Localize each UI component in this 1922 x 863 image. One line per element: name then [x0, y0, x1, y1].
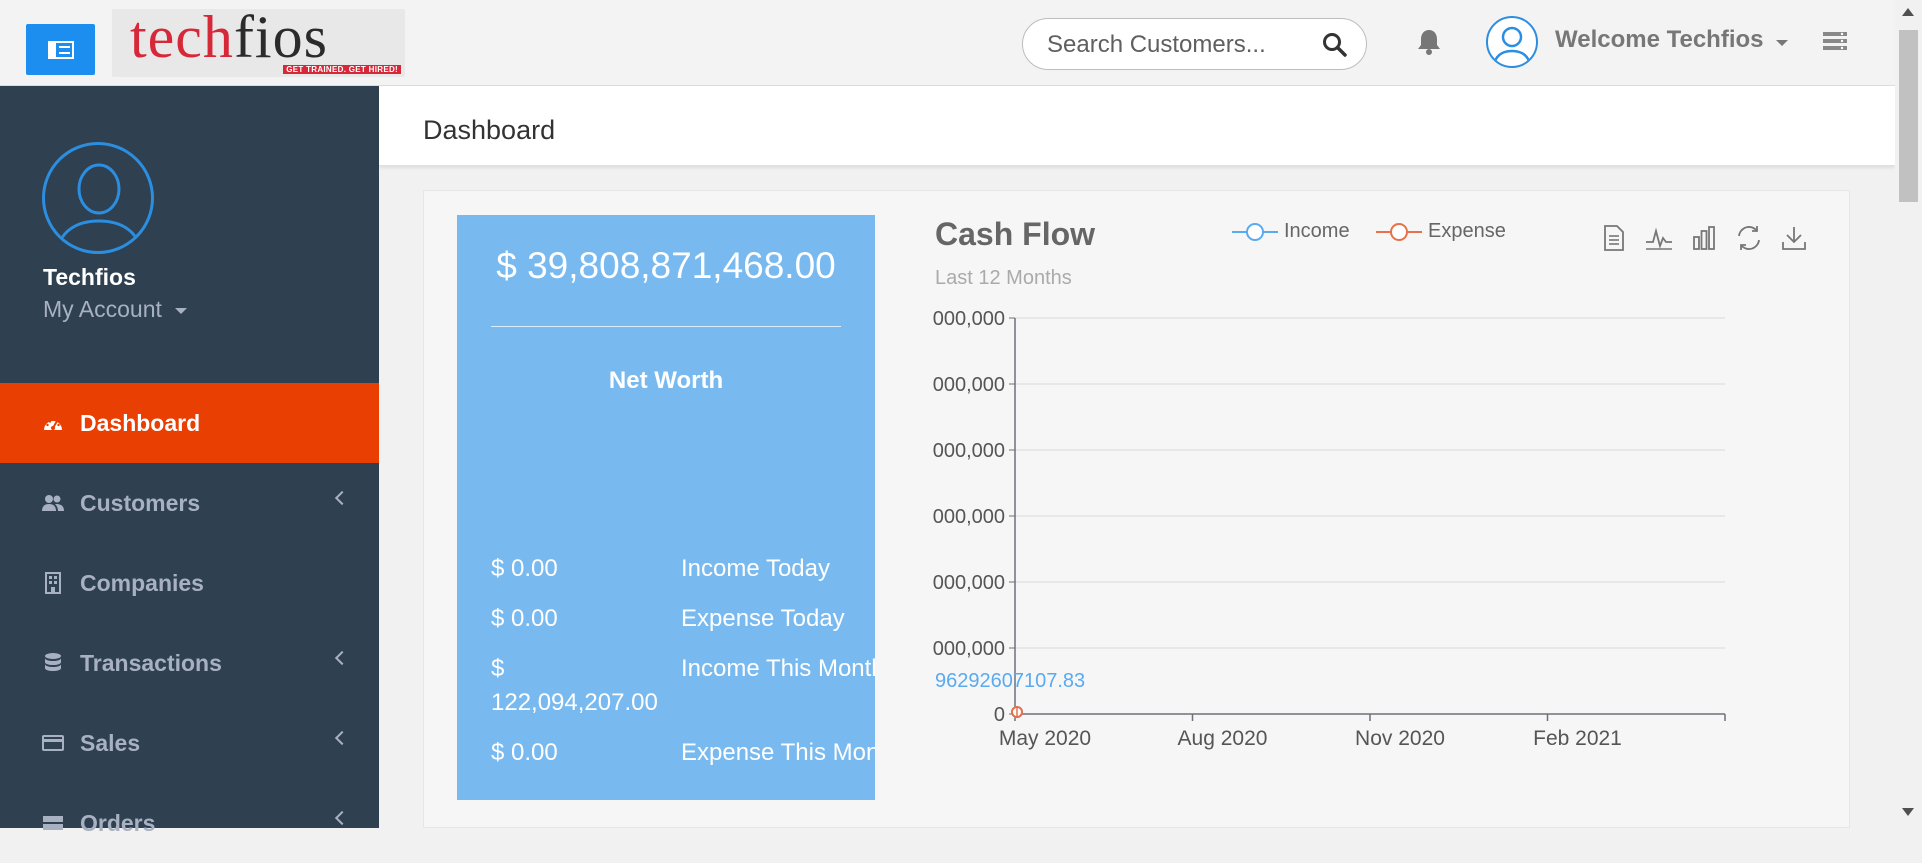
x-tick-label: Feb 2021 — [1533, 727, 1622, 750]
welcome-user-dropdown[interactable]: Welcome Techfios — [1555, 26, 1764, 54]
legend-label: Income — [1284, 220, 1350, 242]
expense-today-label: Expense Today — [681, 605, 845, 632]
income-today-value: $ 0.00 — [491, 555, 558, 582]
bell-icon[interactable] — [1416, 28, 1442, 61]
y-tick-label: 000,000 — [933, 638, 1005, 660]
sidebar-item-label: Dashboard — [80, 409, 201, 436]
credit-card-icon — [42, 732, 64, 754]
x-tick-label: May 2020 — [999, 727, 1091, 750]
y-tick-label: 0 — [994, 704, 1005, 726]
building-icon — [42, 572, 64, 594]
chart-subtitle: Last 12 Months — [935, 267, 1072, 289]
chart-canvas[interactable]: 0 000,000 000,000 000,000 000,000 000,000 000,… — [925, 290, 1745, 750]
chevron-left-icon — [334, 650, 350, 666]
legend-line-icon — [1376, 222, 1422, 241]
y-tick-label: 000,000 — [933, 308, 1005, 330]
legend-label: Expense — [1428, 220, 1506, 242]
user-icon — [56, 163, 142, 251]
chart-title: Cash Flow — [935, 216, 1096, 252]
sidebar-item-label: Sales — [80, 729, 141, 756]
bar-chart-icon[interactable] — [1690, 224, 1718, 252]
divider — [491, 326, 841, 327]
sidebar-item-sales[interactable]: Sales — [0, 703, 379, 783]
page-title: Dashboard — [423, 115, 556, 145]
y-tick-label: 000,000 — [933, 506, 1005, 528]
scroll-up-arrow-icon[interactable] — [1902, 8, 1914, 16]
chevron-left-icon — [334, 810, 350, 826]
database-icon — [42, 652, 64, 674]
y-tick-label: 000,000 — [933, 572, 1005, 594]
my-account-dropdown[interactable]: My Account — [43, 296, 162, 323]
legend-expense[interactable]: Expense — [1376, 220, 1506, 243]
net-worth-card: $ 39,808,871,468.00 Net Worth $ 0.00 Inc… — [457, 215, 875, 800]
net-worth-label: Net Worth — [608, 367, 724, 394]
legend-line-icon — [1232, 222, 1278, 241]
sidebar-item-transactions[interactable]: Transactions — [0, 623, 379, 703]
user-avatar[interactable] — [1486, 16, 1538, 68]
data-label-income: 96292607107.83 — [935, 670, 1085, 692]
sidebar-item-label: Transactions — [80, 649, 222, 676]
expense-month-label: Expense This Month — [681, 739, 875, 766]
income-month-value: $ 122,094,207.00 — [491, 655, 658, 716]
caret-down-icon — [175, 308, 187, 314]
legend-income[interactable]: Income — [1232, 220, 1350, 243]
income-month-label: Income This Month — [681, 655, 875, 682]
y-tick-label: 000,000 — [933, 440, 1005, 462]
user-icon — [1492, 26, 1532, 66]
expense-month-value: $ 0.00 — [491, 739, 558, 766]
server-icon — [42, 812, 64, 834]
right-panel-toggle-icon[interactable] — [1822, 30, 1848, 57]
search-icon[interactable] — [1322, 32, 1348, 63]
search-input[interactable] — [1047, 31, 1307, 59]
page-scrollbar[interactable] — [1895, 0, 1922, 828]
profile-avatar[interactable] — [42, 142, 154, 254]
chart-toolbox — [1600, 224, 1808, 252]
page-header: Dashboard — [379, 86, 1895, 166]
sidebar-toggle-button[interactable] — [26, 24, 95, 75]
top-navbar: techfios GET TRAINED. GET HIRED! Welcome… — [0, 0, 1895, 86]
download-icon[interactable] — [1780, 224, 1808, 252]
line-chart-icon[interactable] — [1645, 224, 1673, 252]
techfios-logo[interactable]: techfios GET TRAINED. GET HIRED! — [112, 9, 405, 77]
caret-down-icon — [1776, 40, 1788, 46]
sidebar-item-label: Orders — [80, 809, 156, 836]
users-icon — [42, 492, 64, 514]
sidebar-item-companies[interactable]: Companies — [0, 543, 379, 623]
sidebar-item-orders[interactable]: Orders — [0, 783, 379, 863]
chevron-left-icon — [334, 730, 350, 746]
data-view-icon[interactable] — [1600, 224, 1628, 252]
x-tick-label: Aug 2020 — [1178, 727, 1268, 750]
sidebar-nav: Dashboard Customers Companies Transactio… — [0, 383, 379, 863]
expense-today-value: $ 0.00 — [491, 605, 558, 632]
menu-icon — [47, 40, 74, 59]
scroll-down-arrow-icon[interactable] — [1902, 808, 1914, 816]
sidebar-item-dashboard[interactable]: Dashboard — [0, 383, 379, 463]
sidebar-item-customers[interactable]: Customers — [0, 463, 379, 543]
profile-name: Techfios — [43, 264, 136, 290]
refresh-icon[interactable] — [1735, 224, 1763, 252]
cash-flow-chart: 0 000,000 000,000 000,000 000,000 000,000 000,… — [925, 290, 1745, 750]
chevron-left-icon — [334, 490, 350, 506]
dashboard-icon — [42, 412, 64, 434]
sidebar-item-label: Companies — [80, 569, 204, 596]
customer-search — [1022, 18, 1367, 70]
income-today-label: Income Today — [681, 555, 830, 582]
sidebar: Techfios My Account Dashboard Customers … — [0, 86, 379, 836]
sidebar-item-label: Customers — [80, 489, 201, 516]
net-worth-amount: $ 39,808,871,468.00 — [496, 245, 836, 286]
x-tick-label: Nov 2020 — [1355, 727, 1445, 750]
scrollbar-thumb[interactable] — [1899, 30, 1918, 202]
y-tick-label: 000,000 — [933, 374, 1005, 396]
